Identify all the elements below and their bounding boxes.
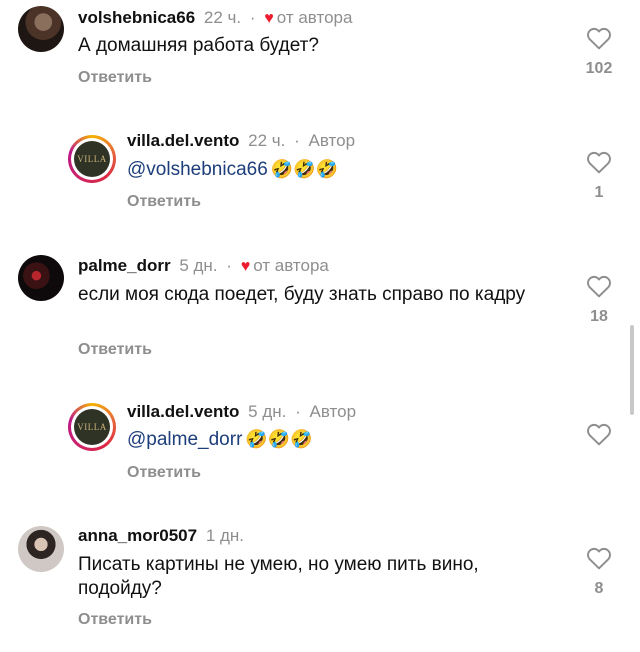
villa-logo: VILLA [74, 409, 110, 445]
like-control: 102 [579, 26, 619, 78]
comment-meta: volshebnica66 22 ч. · ♥ от автора [78, 8, 352, 29]
reply-button[interactable]: Ответить [127, 193, 201, 211]
heart-outline-icon[interactable] [586, 546, 612, 570]
separator: · [226, 256, 232, 275]
author-liked-heart-icon: ♥ [264, 10, 274, 27]
author-liked-heart-icon: ♥ [240, 258, 251, 275]
liked-by-author-label: от автора [276, 8, 353, 27]
like-control [579, 422, 619, 446]
heart-outline-icon[interactable] [586, 26, 612, 50]
like-control: 1 [579, 150, 619, 202]
reply-button[interactable]: Ответить [78, 611, 152, 629]
timestamp: 5 дн. [179, 256, 218, 275]
like-count: 102 [585, 60, 613, 77]
timestamp: 1 дн. [205, 526, 245, 545]
rofl-emoji: 🤣🤣🤣 [270, 159, 339, 179]
heart-outline-icon[interactable] [586, 150, 612, 174]
liked-by-author-label: от автора [253, 256, 329, 275]
comment-meta: palme_dorr 5 дн. · ♥ от автора [78, 256, 329, 277]
avatar[interactable]: VILLA [68, 403, 116, 451]
avatar[interactable]: VILLA [68, 135, 116, 183]
separator: · [295, 402, 301, 421]
comment-text: @palme_dorr 🤣🤣🤣 [127, 427, 313, 452]
separator: · [294, 131, 300, 150]
avatar[interactable] [18, 6, 64, 52]
timestamp: 22 ч. [248, 131, 286, 150]
username[interactable]: villa.del.vento [127, 402, 239, 421]
comment-text: если моя сюда поедет, буду знать справо … [78, 284, 526, 305]
mention-link[interactable]: @palme_dorr [127, 429, 242, 450]
mention-link[interactable]: @volshebnica66 [127, 159, 268, 180]
username[interactable]: anna_mor0507 [78, 526, 197, 545]
like-control: 8 [579, 546, 619, 598]
username[interactable]: volshebnica66 [78, 8, 195, 27]
rofl-emoji: 🤣🤣🤣 [245, 429, 313, 449]
comment-text: А домашняя работа будет? [78, 35, 319, 56]
comment-meta: villa.del.vento 5 дн. · Автор [127, 402, 356, 422]
comment-text: @volshebnica66 🤣🤣🤣 [127, 157, 338, 182]
username[interactable]: villa.del.vento [127, 131, 239, 150]
heart-outline-icon[interactable] [586, 274, 612, 298]
scrollbar[interactable] [630, 325, 634, 415]
avatar[interactable] [18, 255, 64, 301]
author-badge: Автор [309, 402, 357, 421]
reply-button[interactable]: Ответить [78, 341, 152, 359]
like-count: 18 [590, 308, 608, 325]
comment-text: Писать картины не умею, но умею пить вин… [78, 554, 479, 599]
author-badge: Автор [308, 131, 356, 150]
reply-button[interactable]: Ответить [78, 69, 152, 87]
like-control: 18 [579, 274, 619, 326]
villa-logo: VILLA [74, 141, 110, 177]
timestamp: 5 дн. [248, 402, 287, 421]
avatar[interactable] [18, 526, 64, 572]
heart-outline-icon[interactable] [586, 422, 612, 446]
reply-button[interactable]: Ответить [127, 464, 201, 482]
like-count: 1 [594, 184, 604, 201]
like-count: 8 [594, 580, 604, 597]
timestamp: 22 ч. [203, 8, 242, 27]
separator: · [249, 8, 256, 27]
comment-meta: villa.del.vento 22 ч. · Автор [127, 131, 355, 151]
username[interactable]: palme_dorr [78, 256, 171, 275]
comment-meta: anna_mor0507 1 дн. [78, 526, 244, 546]
